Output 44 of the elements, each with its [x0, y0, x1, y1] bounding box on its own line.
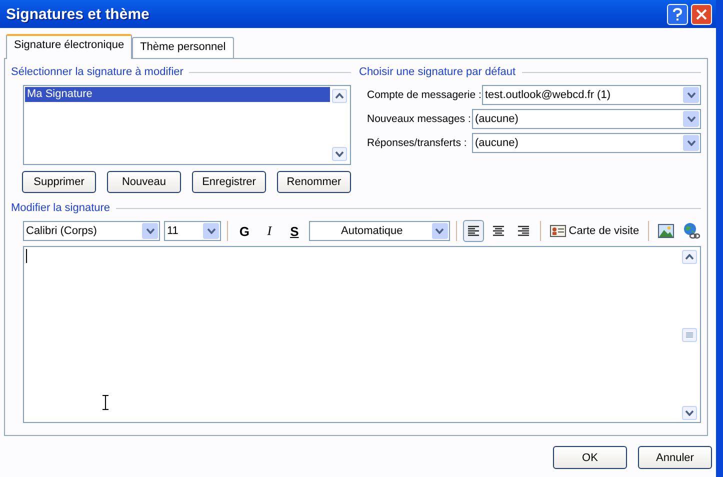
globe-link-icon [682, 222, 700, 240]
close-button[interactable] [691, 4, 712, 24]
text-cursor-icon [102, 395, 109, 410]
signature-button[interactable]: Nouveau [107, 171, 181, 193]
scroll-up-icon[interactable] [682, 250, 697, 264]
size-dropdown[interactable]: 11 [164, 221, 221, 241]
section-title: Sélectionner la signature à modifier [11, 66, 184, 78]
bold-button[interactable]: G [234, 220, 255, 242]
scroll-up-icon[interactable] [332, 89, 347, 103]
font-dropdown[interactable]: Calibri (Corps) [23, 221, 160, 241]
tab[interactable]: Signature électronique [6, 34, 132, 59]
picture-icon [658, 224, 674, 238]
signature-button[interactable]: Renommer [277, 171, 351, 193]
signature-button[interactable]: Enregistrer [192, 171, 266, 193]
signature-item[interactable]: Ma Signature [25, 87, 330, 102]
signature-list[interactable]: Ma Signature [23, 85, 351, 165]
italic-button[interactable]: I [258, 220, 280, 242]
underline-button[interactable]: S [284, 220, 305, 242]
section-title: Choisir une signature par défaut [359, 66, 516, 78]
align-center-icon [491, 225, 506, 237]
help-button[interactable] [667, 4, 688, 24]
scroll-down-icon[interactable] [682, 406, 697, 420]
section-title: Modifier la signature [11, 202, 110, 214]
close-icon [696, 8, 707, 20]
dropdown-field[interactable]: (aucune) [472, 109, 701, 129]
align-left-icon [466, 225, 480, 237]
tab[interactable]: Thème personnel [132, 37, 234, 58]
business-card-button[interactable]: Carte de visite [546, 221, 642, 241]
signature-button[interactable]: Supprimer [22, 171, 96, 193]
card-icon [550, 225, 566, 237]
help-icon [672, 8, 683, 20]
field-label: Nouveaux messages : [367, 113, 472, 125]
field-label: Réponses/transferts : [367, 137, 468, 149]
color-dropdown[interactable]: Automatique [308, 221, 450, 241]
align-left-button[interactable] [462, 220, 484, 242]
scroll-down-icon[interactable] [332, 147, 347, 161]
dialog-button[interactable]: OK [553, 446, 627, 469]
align-right-icon [516, 225, 530, 237]
window-title: Signatures et thème [6, 6, 150, 22]
scroll-thumb[interactable] [682, 328, 697, 342]
field-label: Compte de messagerie : [367, 89, 482, 101]
dropdown-field[interactable]: (aucune) [472, 133, 701, 153]
dialog-button[interactable]: Annuler [638, 446, 712, 469]
dropdown-field[interactable]: test.outlook@webcd.fr (1) [482, 85, 701, 105]
